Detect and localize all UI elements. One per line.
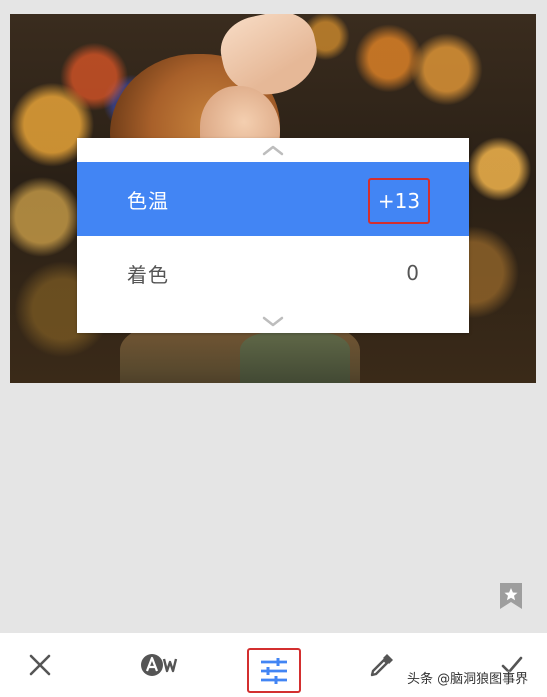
editor-screen: 色温 +13 着色 0 头条 @脑洞狼图事界 <box>0 0 547 697</box>
adjustment-menu: 色温 +13 着色 0 <box>77 138 469 333</box>
menu-item-tint[interactable]: 着色 0 <box>77 236 469 310</box>
color-picker-icon <box>370 654 393 677</box>
menu-item-label: 色温 <box>127 188 169 213</box>
styles-button[interactable] <box>130 633 190 697</box>
color-picker-button[interactable] <box>356 633 408 697</box>
apply-button[interactable] <box>490 633 534 697</box>
photo-subject-top <box>240 332 350 383</box>
close-icon <box>29 654 51 676</box>
menu-item-value: +13 <box>368 178 430 224</box>
close-button[interactable] <box>14 633 66 697</box>
styles-icon <box>141 654 178 676</box>
temperature-value: +13 <box>377 189 421 213</box>
chevron-up-icon[interactable] <box>77 138 469 162</box>
bookmark-star-icon[interactable] <box>499 582 523 610</box>
menu-item-value: 0 <box>406 261 419 285</box>
watermark-text: 头条 @脑洞狼图事界 <box>407 672 529 687</box>
menu-item-temperature[interactable]: 色温 +13 <box>77 162 469 236</box>
menu-item-label: 着色 <box>127 262 169 287</box>
tune-button[interactable] <box>247 648 301 693</box>
tune-icon <box>261 657 287 684</box>
chevron-down-icon[interactable] <box>77 309 469 333</box>
bottom-toolbar <box>0 633 547 697</box>
